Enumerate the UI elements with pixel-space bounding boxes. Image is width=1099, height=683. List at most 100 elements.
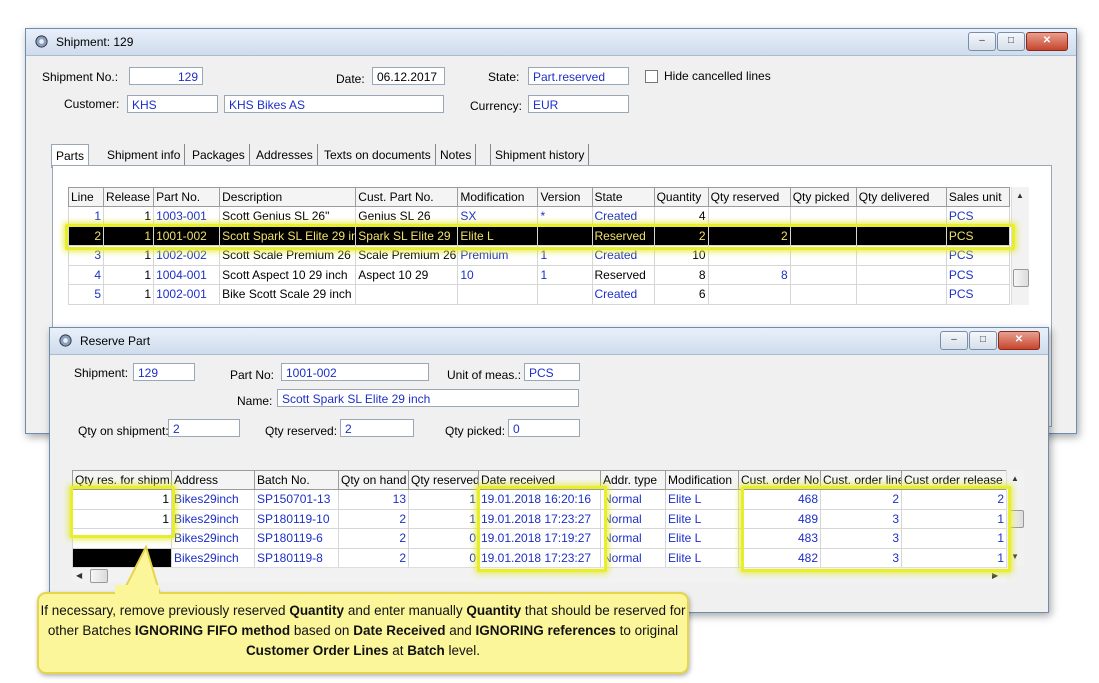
batch-cell: SP180119-6 bbox=[254, 528, 339, 549]
sales-unit-cell: PCS bbox=[945, 264, 1011, 285]
scroll-left-arrow-icon[interactable]: ◀ bbox=[76, 571, 82, 580]
qty-reserved-cell bbox=[707, 245, 791, 266]
col-date-received[interactable]: Date received bbox=[478, 470, 601, 490]
col-cust-part-no[interactable]: Cust. Part No. bbox=[355, 187, 459, 207]
table-row[interactable]: 4 1 1004-001 Scott Aspect 10 29 inch Asp… bbox=[67, 264, 1011, 285]
batch-vertical-scrollbar[interactable]: ▲ ▼ bbox=[1006, 470, 1024, 566]
parts-vertical-scrollbar[interactable]: ▲ bbox=[1011, 187, 1029, 305]
line-cell: 5 bbox=[67, 284, 105, 305]
hide-cancelled-checkbox[interactable] bbox=[645, 70, 658, 83]
address-cell: Bikes29inch bbox=[171, 489, 255, 510]
modification-cell: Elite L bbox=[665, 547, 739, 568]
col-qty-reserved[interactable]: Qty reserved bbox=[707, 187, 791, 207]
batch-horizontal-scrollbar[interactable]: ◀ ▶ bbox=[72, 567, 1006, 583]
customer-code-field[interactable]: KHS bbox=[127, 95, 218, 113]
col-line[interactable]: Line bbox=[67, 187, 105, 207]
qty-reserved-cell bbox=[707, 206, 791, 227]
modification-cell: Premium bbox=[457, 245, 539, 266]
addr-type-cell: Normal bbox=[600, 489, 666, 510]
date-received-cell: 19.01.2018 16:20:16 bbox=[478, 489, 601, 510]
table-row[interactable]: 1 Bikes29inch SP180119-10 2 1 19.01.2018… bbox=[72, 508, 1007, 529]
qty-res-cell[interactable]: 1 bbox=[72, 508, 172, 529]
scroll-down-arrow-icon[interactable]: ▼ bbox=[1011, 552, 1019, 561]
address-cell: Bikes29inch bbox=[171, 528, 255, 549]
release-cell: 1 bbox=[103, 225, 155, 246]
col-qty-res-for-shipm[interactable]: Qty res. for shipm. bbox=[72, 470, 172, 490]
col-modification[interactable]: Modification bbox=[665, 470, 739, 490]
shipment-no-label: Shipment No.: bbox=[42, 70, 119, 84]
col-qty-on-hand[interactable]: Qty on hand bbox=[338, 470, 409, 490]
col-version[interactable]: Version bbox=[537, 187, 593, 207]
table-row[interactable]: 5 1 1002-001 Bike Scott Scale 29 inch Cr… bbox=[67, 284, 1011, 305]
maximize-button[interactable]: □ bbox=[969, 331, 997, 350]
date-received-cell: 19.01.2018 17:23:27 bbox=[478, 508, 601, 529]
scroll-right-arrow-icon[interactable]: ▶ bbox=[992, 571, 998, 580]
part-no-label: Part No: bbox=[230, 368, 275, 382]
col-address[interactable]: Address bbox=[171, 470, 255, 490]
qty-res-cell[interactable]: 1 bbox=[72, 489, 172, 510]
table-row-selected[interactable]: 2 1 1001-002 Scott Spark SL Elite 29 inc… bbox=[67, 225, 1011, 246]
col-qty-delivered[interactable]: Qty delivered bbox=[855, 187, 947, 207]
col-description[interactable]: Description bbox=[219, 187, 357, 207]
minimize-button[interactable]: – bbox=[968, 32, 996, 51]
qty-reserved-label: Qty reserved: bbox=[265, 424, 338, 438]
release-cell: 1 bbox=[103, 284, 155, 305]
qty-reserved-field: 2 bbox=[340, 419, 414, 437]
qty-reserved-cell: 2 bbox=[707, 225, 791, 246]
col-state[interactable]: State bbox=[591, 187, 655, 207]
scroll-thumb[interactable] bbox=[1008, 510, 1024, 528]
col-batch-no[interactable]: Batch No. bbox=[254, 470, 339, 490]
tab-texts-on-documents[interactable]: Texts on documents bbox=[320, 144, 436, 166]
order-release-cell: 1 bbox=[901, 547, 1007, 568]
qty-picked-cell bbox=[789, 206, 857, 227]
col-addr-type[interactable]: Addr. type bbox=[600, 470, 666, 490]
maximize-button[interactable]: □ bbox=[997, 32, 1025, 51]
tab-notes[interactable]: Notes bbox=[436, 144, 477, 166]
table-row[interactable]: Bikes29inch SP180119-6 2 0 19.01.2018 17… bbox=[72, 528, 1007, 549]
on-hand-cell: 2 bbox=[338, 547, 409, 568]
table-row[interactable]: Bikes29inch SP180119-8 2 0 19.01.2018 17… bbox=[72, 547, 1007, 568]
col-modification[interactable]: Modification bbox=[457, 187, 539, 207]
col-release[interactable]: Release bbox=[103, 187, 155, 207]
table-row[interactable]: 3 1 1002-002 Scott Scale Premium 26 inch… bbox=[67, 245, 1011, 266]
tab-shipment-info[interactable]: Shipment info bbox=[103, 144, 186, 166]
minimize-button[interactable]: – bbox=[940, 331, 968, 350]
date-field[interactable]: 06.12.2017 bbox=[372, 67, 445, 85]
col-cust-order-release[interactable]: Cust order release bbox=[901, 470, 1007, 490]
cust-part-no-cell: Aspect 10 29 bbox=[355, 264, 459, 285]
qty-picked-field: 0 bbox=[508, 419, 580, 437]
table-row[interactable]: 1 1 1003-001 Scott Genius SL 26" Genius … bbox=[67, 206, 1011, 227]
col-cust-order-line[interactable]: Cust. order line bbox=[820, 470, 902, 490]
scroll-up-arrow-icon[interactable]: ▲ bbox=[1011, 474, 1019, 483]
release-cell: 1 bbox=[103, 245, 155, 266]
col-part-no[interactable]: Part No. bbox=[153, 187, 221, 207]
tab-shipment-history[interactable]: Shipment history bbox=[490, 144, 590, 166]
tab-addresses[interactable]: Addresses bbox=[252, 144, 318, 166]
col-qty-reserved[interactable]: Qty reserved bbox=[408, 470, 479, 490]
release-cell: 1 bbox=[103, 206, 155, 227]
scroll-thumb[interactable] bbox=[1013, 269, 1029, 287]
col-quantity[interactable]: Quantity bbox=[653, 187, 709, 207]
description-cell: Scott Spark SL Elite 29 inch bbox=[219, 225, 357, 246]
col-cust-order-no[interactable]: Cust. order No bbox=[738, 470, 821, 490]
addr-type-cell: Normal bbox=[600, 547, 666, 568]
col-sales-unit[interactable]: Sales unit bbox=[945, 187, 1011, 207]
order-line-cell: 3 bbox=[820, 547, 902, 568]
qty-picked-cell bbox=[789, 245, 857, 266]
qty-picked-cell bbox=[789, 264, 857, 285]
close-button[interactable]: ✕ bbox=[1026, 32, 1068, 51]
close-button[interactable]: ✕ bbox=[998, 331, 1040, 350]
tab-packages[interactable]: Packages bbox=[188, 144, 250, 166]
table-row[interactable]: 1 Bikes29inch SP150701-13 13 1 19.01.201… bbox=[72, 489, 1007, 510]
reserve-window-title: Reserve Part bbox=[80, 334, 151, 348]
unit-of-meas-field: PCS bbox=[524, 363, 580, 381]
col-qty-picked[interactable]: Qty picked bbox=[789, 187, 857, 207]
app-gear-icon bbox=[59, 334, 72, 347]
order-line-cell: 3 bbox=[820, 528, 902, 549]
scroll-up-arrow-icon[interactable]: ▲ bbox=[1016, 191, 1024, 200]
part-no-field: 1001-002 bbox=[281, 363, 429, 381]
hide-cancelled-label: Hide cancelled lines bbox=[664, 69, 771, 83]
part-no-cell: 1003-001 bbox=[153, 206, 221, 227]
shipment-no-field[interactable]: 129 bbox=[129, 67, 203, 85]
parts-header-row: Line Release Part No. Description Cust. … bbox=[67, 187, 1011, 207]
